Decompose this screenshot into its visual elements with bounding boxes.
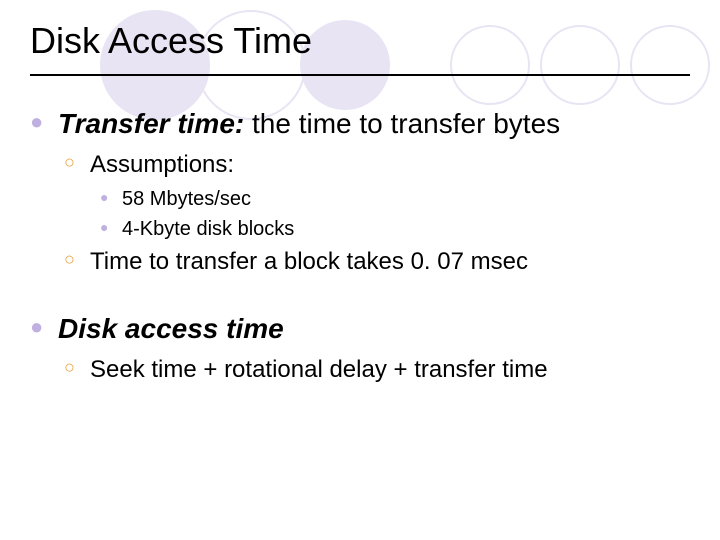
transfer-time-desc: the time to transfer bytes <box>244 108 560 139</box>
bullet-disk-access-time: Disk access time <box>30 311 690 346</box>
bullet-assumptions: Assumptions: <box>30 149 690 180</box>
transfer-time-head: Transfer time: <box>58 108 244 139</box>
bullet-transfer-time: Transfer time: the time to transfer byte… <box>30 106 690 141</box>
slide-content: Disk Access Time Transfer time: the time… <box>0 0 720 386</box>
bullet-transfer-result: Time to transfer a block takes 0. 07 mse… <box>30 246 690 277</box>
disk-access-head: Disk access time <box>58 313 284 344</box>
bullet-assumption-2: 4-Kbyte disk blocks <box>30 216 690 242</box>
title-underline <box>30 74 690 76</box>
bullet-formula: Seek time + rotational delay + transfer … <box>30 354 690 385</box>
slide-title: Disk Access Time <box>30 20 690 68</box>
bullet-assumption-1: 58 Mbytes/sec <box>30 186 690 212</box>
